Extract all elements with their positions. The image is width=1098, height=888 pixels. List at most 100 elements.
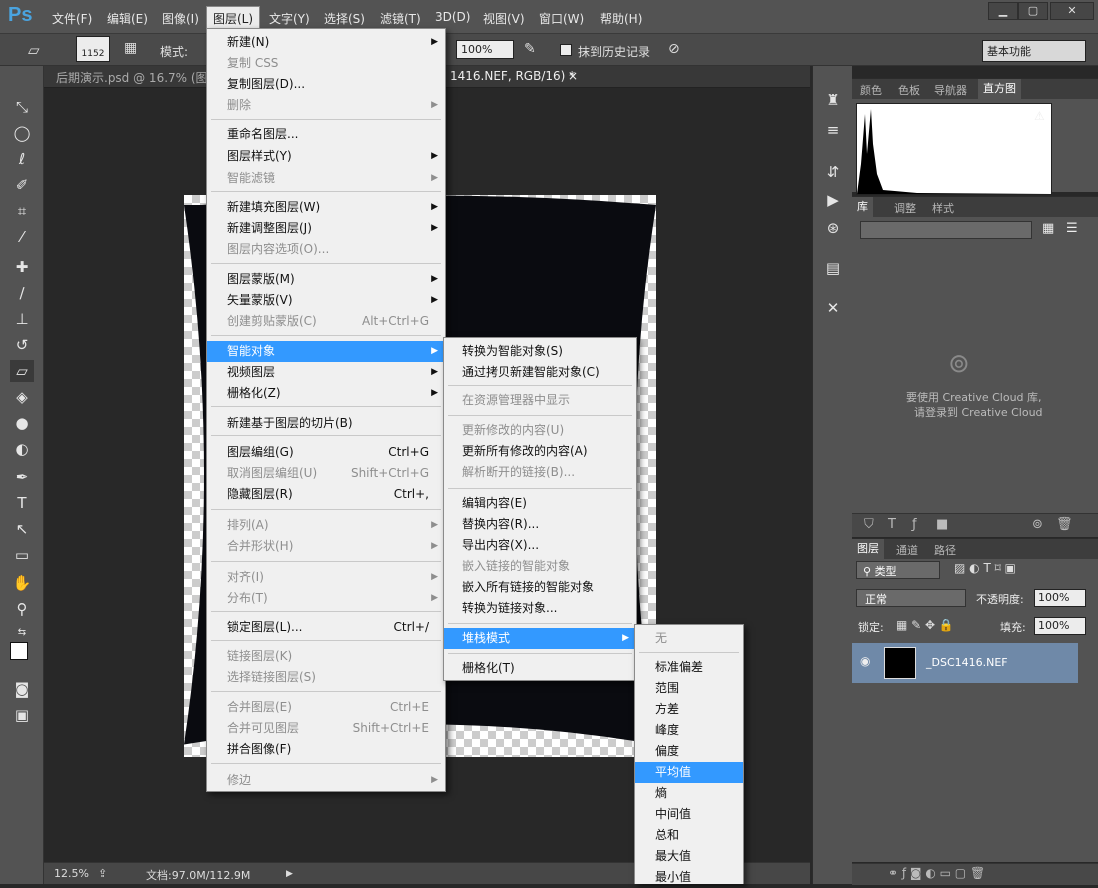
stack-mode-menu-item-4[interactable]: 峰度 (635, 720, 743, 741)
layer-menu-item-0[interactable]: 新建(N) ▶ (207, 32, 445, 53)
stack-mode-menu-item-7[interactable]: 熵 (635, 783, 743, 804)
smart-object-menu-item-10[interactable]: 嵌入所有链接的智能对象 (444, 577, 636, 598)
zoom-tool-icon[interactable]: ⚲ (10, 598, 34, 620)
opacity-field[interactable]: 100% (1034, 589, 1086, 607)
add-text-icon[interactable]: T (888, 517, 896, 532)
quick-select-tool-icon[interactable]: ✐ (10, 174, 34, 196)
layer-menu-item-14[interactable]: 视频图层 ▶ (207, 362, 445, 383)
smart-object-menu-item-11[interactable]: 转换为链接对象... (444, 598, 636, 619)
warning-icon[interactable]: ⚠ (1034, 109, 1045, 123)
workspace-select[interactable]: 基本功能 (982, 40, 1086, 62)
menu-help[interactable]: 帮助(H) (600, 10, 642, 27)
library-select[interactable] (860, 221, 1032, 239)
smart-object-menu-item-7[interactable]: 替换内容(R)... (444, 514, 636, 535)
layer-menu-item-2[interactable]: 复制图层(D)... (207, 74, 445, 95)
brush-size-picker[interactable]: 1152 (76, 36, 110, 62)
menu-layer[interactable]: 图层(L) (206, 6, 261, 30)
blur-tool-icon[interactable]: ● (10, 412, 34, 434)
screen-mode-icon[interactable]: ▣ (10, 704, 34, 726)
library-trash-icon[interactable]: 🗑 (1056, 517, 1073, 532)
fill-field[interactable]: 100% (1034, 617, 1086, 635)
add-graphic-icon[interactable]: ⛉ (864, 517, 874, 532)
zoom-level[interactable]: 12.5% (54, 867, 89, 880)
smart-object-menu-item-13[interactable]: 栅格化(T) (444, 658, 636, 679)
eraser-preset-icon[interactable]: ▱ (28, 41, 40, 59)
menu-window[interactable]: 窗口(W) (539, 10, 584, 27)
tab-navigator[interactable]: 导航器 (934, 82, 967, 98)
tab-adjustments[interactable]: 调整 (894, 200, 916, 216)
healing-brush-tool-icon[interactable]: ✚ (10, 256, 34, 278)
stamp-tool-icon[interactable]: ⊥ (10, 308, 34, 330)
flow-field[interactable]: 100% (456, 40, 514, 59)
tab-library[interactable]: 库 (852, 197, 873, 217)
rectangle-tool-icon[interactable]: ▭ (10, 544, 34, 566)
stack-mode-menu-item-6[interactable]: 平均值 (635, 762, 743, 783)
layer-menu-item-7[interactable]: 新建填充图层(W) ▶ (207, 197, 445, 218)
menu-3d[interactable]: 3D(D) (435, 10, 470, 24)
pen-tool-icon[interactable]: ✒ (10, 466, 34, 488)
play-action-icon[interactable]: ▶ (821, 188, 845, 212)
restore-button[interactable]: ▢ (1018, 2, 1048, 20)
tab-color[interactable]: 颜色 (860, 82, 882, 98)
layer-menu-item-24[interactable]: 锁定图层(L)... Ctrl+/ (207, 617, 445, 638)
default-colors-icon[interactable]: ⇆ (10, 622, 34, 644)
quick-mask-icon[interactable]: ◙ (10, 678, 34, 700)
layer-row[interactable]: ◉ _DSC1416.NEF (852, 643, 1078, 683)
foreground-color-swatch[interactable] (10, 642, 28, 660)
layer-menu-item-17[interactable]: 图层编组(G) Ctrl+G (207, 442, 445, 463)
tool-presets-icon[interactable]: ✕ (821, 296, 845, 320)
close-window-button[interactable]: ✕ (1050, 2, 1094, 20)
stack-mode-menu-item-11[interactable]: 最小值 (635, 867, 743, 888)
grid-view-icon[interactable]: ▦ (1042, 221, 1054, 236)
brush-panel-icon[interactable]: ▦ (124, 40, 137, 56)
status-menu-arrow-icon[interactable]: ▶ (286, 869, 293, 879)
tab-paths[interactable]: 路径 (934, 542, 956, 558)
smart-object-menu-item-4[interactable]: 更新所有修改的内容(A) (444, 441, 636, 462)
stack-mode-menu-item-9[interactable]: 总和 (635, 825, 743, 846)
stack-mode-menu-item-1[interactable]: 标准偏差 (635, 657, 743, 678)
stack-mode-menu-item-3[interactable]: 方差 (635, 699, 743, 720)
tab-document-1[interactable]: 后期演示.psd @ 16.7% (图层 (56, 69, 220, 86)
menu-select[interactable]: 选择(S) (324, 10, 365, 27)
type-tool-icon[interactable]: T (10, 492, 34, 514)
layer-menu-item-16[interactable]: 新建基于图层的切片(B) (207, 413, 445, 434)
layer-menu-item-10[interactable]: 图层蒙版(M) ▶ (207, 269, 445, 290)
menu-file[interactable]: 文件(F) (52, 10, 92, 27)
minimize-button[interactable]: ▁ (988, 2, 1018, 20)
smart-object-menu-item-8[interactable]: 导出内容(X)... (444, 535, 636, 556)
tab-layers[interactable]: 图层 (852, 539, 884, 559)
move-tool-icon[interactable]: ⤡ (10, 96, 34, 118)
layer-menu-item-11[interactable]: 矢量蒙版(V) ▶ (207, 290, 445, 311)
hand-tool-icon[interactable]: ✋ (10, 572, 34, 594)
airbrush-icon[interactable]: ✎ (524, 41, 536, 57)
menu-image[interactable]: 图像(I) (162, 10, 199, 27)
paint-bucket-tool-icon[interactable]: ◈ (10, 386, 34, 408)
layer-menu-item-29[interactable]: 拼合图像(F) (207, 739, 445, 760)
tab-swatches[interactable]: 色板 (898, 82, 920, 98)
actions-panel-icon[interactable]: ⇵ (821, 160, 845, 184)
layer-menu-item-13[interactable]: 智能对象 ▶ (207, 341, 445, 362)
history-panel-icon[interactable]: ♜ (821, 88, 845, 112)
marquee-tool-icon[interactable]: ◯ (10, 122, 34, 144)
add-style-icon[interactable]: ƒ (912, 517, 917, 532)
menu-view[interactable]: 视图(V) (483, 10, 525, 27)
tab-channels[interactable]: 通道 (896, 542, 918, 558)
stack-mode-menu-item-10[interactable]: 最大值 (635, 846, 743, 867)
layer-menu-item-15[interactable]: 栅格化(Z) ▶ (207, 383, 445, 404)
crop-tool-icon[interactable]: ⌗ (10, 200, 34, 222)
layer-footer-icons[interactable]: ⚭ ƒ ◙ ◐ ▭ ▢ 🗑 (888, 866, 985, 880)
layer-menu-item-8[interactable]: 新建调整图层(J) ▶ (207, 218, 445, 239)
tab-styles[interactable]: 样式 (932, 200, 954, 216)
layer-filter-select[interactable]: ⚲ 类型 (856, 561, 940, 579)
stack-mode-menu-item-5[interactable]: 偏度 (635, 741, 743, 762)
layer-menu-item-19[interactable]: 隐藏图层(R) Ctrl+, (207, 484, 445, 505)
layer-filter-icons[interactable]: ▨ ◐ T ⌑ ▣ (954, 561, 1016, 575)
layer-name[interactable]: _DSC1416.NEF (926, 656, 1008, 669)
smart-object-menu-item-1[interactable]: 通过拷贝新建智能对象(C) (444, 362, 636, 383)
device-preview-icon[interactable]: ▤ (821, 256, 845, 280)
smart-object-menu-item-12[interactable]: 堆栈模式 ▶ (444, 628, 636, 649)
menu-type[interactable]: 文字(Y) (269, 10, 310, 27)
cc-sync-icon[interactable]: ⊚ (1032, 517, 1043, 532)
smart-object-menu-item-0[interactable]: 转换为智能对象(S) (444, 341, 636, 362)
brush-tool-icon[interactable]: ∕ (10, 282, 34, 304)
